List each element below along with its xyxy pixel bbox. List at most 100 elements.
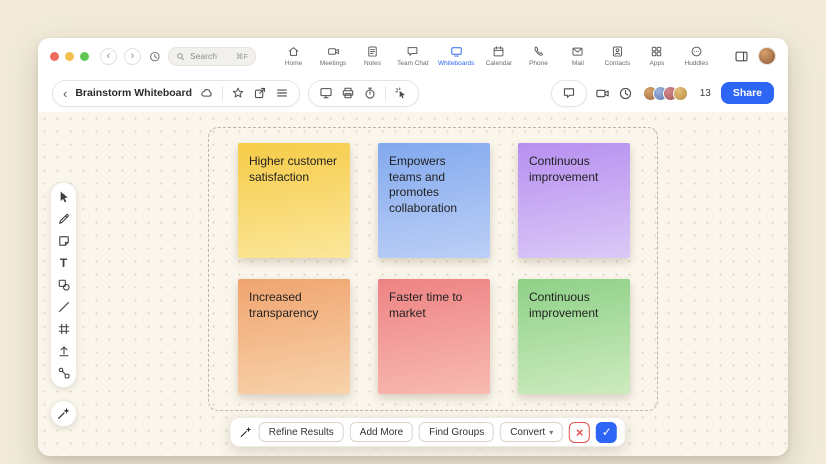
history-icon[interactable]: [148, 50, 161, 63]
sticky-note-1[interactable]: Higher customer satisfaction: [238, 143, 350, 258]
phone-icon: [532, 45, 545, 58]
diagram-icon: [57, 366, 71, 380]
sticky-note-text: Faster time to market: [389, 290, 462, 320]
upload-tool-button[interactable]: [52, 340, 75, 362]
session-timer-button[interactable]: [618, 86, 633, 101]
notes-icon: [366, 45, 379, 58]
board-toolbar-right: 13 Share: [551, 80, 774, 107]
line-tool-button[interactable]: [52, 296, 75, 318]
calendar-icon: [492, 45, 505, 58]
sticky-note-text: Empowers teams and promotes collaboratio…: [389, 154, 457, 215]
board-title-pill: ‹ Brainstorm Whiteboard: [52, 80, 300, 107]
tab-home[interactable]: Home: [279, 45, 309, 67]
whiteboard-canvas[interactable]: T: [38, 112, 788, 456]
divider: [222, 86, 223, 101]
board-title: Brainstorm Whiteboard: [75, 87, 192, 99]
whiteboard-icon: [450, 45, 463, 58]
frame-icon: [57, 322, 71, 336]
app-window: ‹ › Search ⌘F Home Meetings: [38, 38, 788, 456]
back-to-boards-button[interactable]: ‹: [63, 87, 67, 100]
comment-icon: [562, 86, 576, 100]
convert-dropdown[interactable]: Convert ▾: [500, 422, 563, 442]
chevron-down-icon: ▾: [549, 428, 553, 437]
ai-toolbar: Refine Results Add More Find Groups Conv…: [230, 417, 626, 447]
tab-huddles[interactable]: Huddles: [681, 45, 711, 67]
tab-meetings[interactable]: Meetings: [318, 45, 348, 67]
monitor-icon: [319, 86, 333, 100]
participant-count: 13: [700, 88, 711, 99]
sticky-note-3[interactable]: Continuous improvement: [518, 143, 630, 258]
text-tool-button[interactable]: T: [52, 252, 75, 274]
tab-whiteboards[interactable]: Whiteboards: [438, 45, 475, 67]
meetings-icon: [327, 45, 340, 58]
titlebar: ‹ › Search ⌘F Home Meetings: [38, 38, 788, 74]
ai-wand-button[interactable]: [50, 400, 77, 427]
divider: [385, 86, 386, 101]
tab-contacts[interactable]: Contacts: [602, 45, 632, 67]
user-avatar[interactable]: [758, 47, 776, 65]
refine-results-button[interactable]: Refine Results: [259, 422, 344, 442]
confirm-button[interactable]: ✓: [596, 422, 617, 443]
drawing-toolbar: T: [50, 182, 77, 388]
tab-notes[interactable]: Notes: [358, 45, 388, 67]
participant-avatars[interactable]: [643, 86, 688, 101]
sticky-note-text: Continuous improvement: [529, 290, 598, 320]
star-favorite-button[interactable]: [231, 86, 245, 100]
clock-icon: [618, 86, 633, 101]
tab-team-chat[interactable]: Team Chat: [397, 45, 428, 67]
export-button[interactable]: [253, 86, 267, 100]
print-button[interactable]: [341, 86, 355, 100]
printer-icon: [341, 86, 355, 100]
frame-tool-button[interactable]: [52, 318, 75, 340]
sticky-note-4[interactable]: Increased transparency: [238, 279, 350, 394]
search-input[interactable]: Search ⌘F: [168, 47, 256, 66]
tab-phone[interactable]: Phone: [523, 45, 553, 67]
minimize-window-button[interactable]: [65, 52, 74, 61]
cursor-icon: [57, 190, 71, 204]
zoom-window-button[interactable]: [80, 52, 89, 61]
sticky-note-icon: [57, 234, 71, 248]
home-icon: [287, 45, 300, 58]
diagram-tool-button[interactable]: [52, 362, 75, 384]
laser-pointer-button[interactable]: [394, 86, 408, 100]
tab-calendar[interactable]: Calendar: [484, 45, 514, 67]
board-toolbar: ‹ Brainstorm Whiteboard: [38, 74, 788, 112]
notes-frame[interactable]: Higher customer satisfaction Empowers te…: [208, 127, 658, 411]
export-icon: [253, 86, 267, 100]
select-tool-button[interactable]: [52, 186, 75, 208]
find-groups-button[interactable]: Find Groups: [419, 422, 494, 442]
add-more-button[interactable]: Add More: [350, 422, 413, 442]
tab-mail[interactable]: Mail: [563, 45, 593, 67]
present-tools-pill: [308, 80, 419, 107]
line-icon: [57, 300, 71, 314]
desktop-background: ‹ › Search ⌘F Home Meetings: [0, 0, 826, 464]
nav-back-button[interactable]: ‹: [100, 48, 117, 65]
star-icon: [231, 86, 245, 100]
tab-apps[interactable]: Apps: [642, 45, 672, 67]
close-window-button[interactable]: [50, 52, 59, 61]
search-placeholder: Search: [190, 51, 217, 61]
search-icon: [176, 52, 185, 61]
share-button[interactable]: Share: [721, 82, 774, 104]
sticky-note-5[interactable]: Faster time to market: [378, 279, 490, 394]
contacts-icon: [611, 45, 624, 58]
sticky-note-text: Increased transparency: [249, 290, 318, 320]
sidebar-toggle-icon[interactable]: [734, 49, 749, 64]
sticky-note-2[interactable]: Empowers teams and promotes collaboratio…: [378, 143, 490, 258]
chat-icon: [406, 45, 419, 58]
camera-icon: [595, 86, 610, 101]
menu-icon: [275, 86, 289, 100]
sticky-note-tool-button[interactable]: [52, 230, 75, 252]
timer-button[interactable]: [363, 86, 377, 100]
primary-navigation: Home Meetings Notes Team Chat Whiteboard…: [269, 45, 721, 67]
cancel-button[interactable]: ×: [569, 422, 590, 443]
shapes-tool-button[interactable]: [52, 274, 75, 296]
participant-avatar: [673, 86, 688, 101]
pen-tool-button[interactable]: [52, 208, 75, 230]
board-menu-button[interactable]: [275, 86, 289, 100]
start-video-button[interactable]: [595, 86, 610, 101]
sticky-note-6[interactable]: Continuous improvement: [518, 279, 630, 394]
nav-forward-button[interactable]: ›: [124, 48, 141, 65]
present-button[interactable]: [319, 86, 333, 100]
comments-button[interactable]: [562, 86, 576, 100]
